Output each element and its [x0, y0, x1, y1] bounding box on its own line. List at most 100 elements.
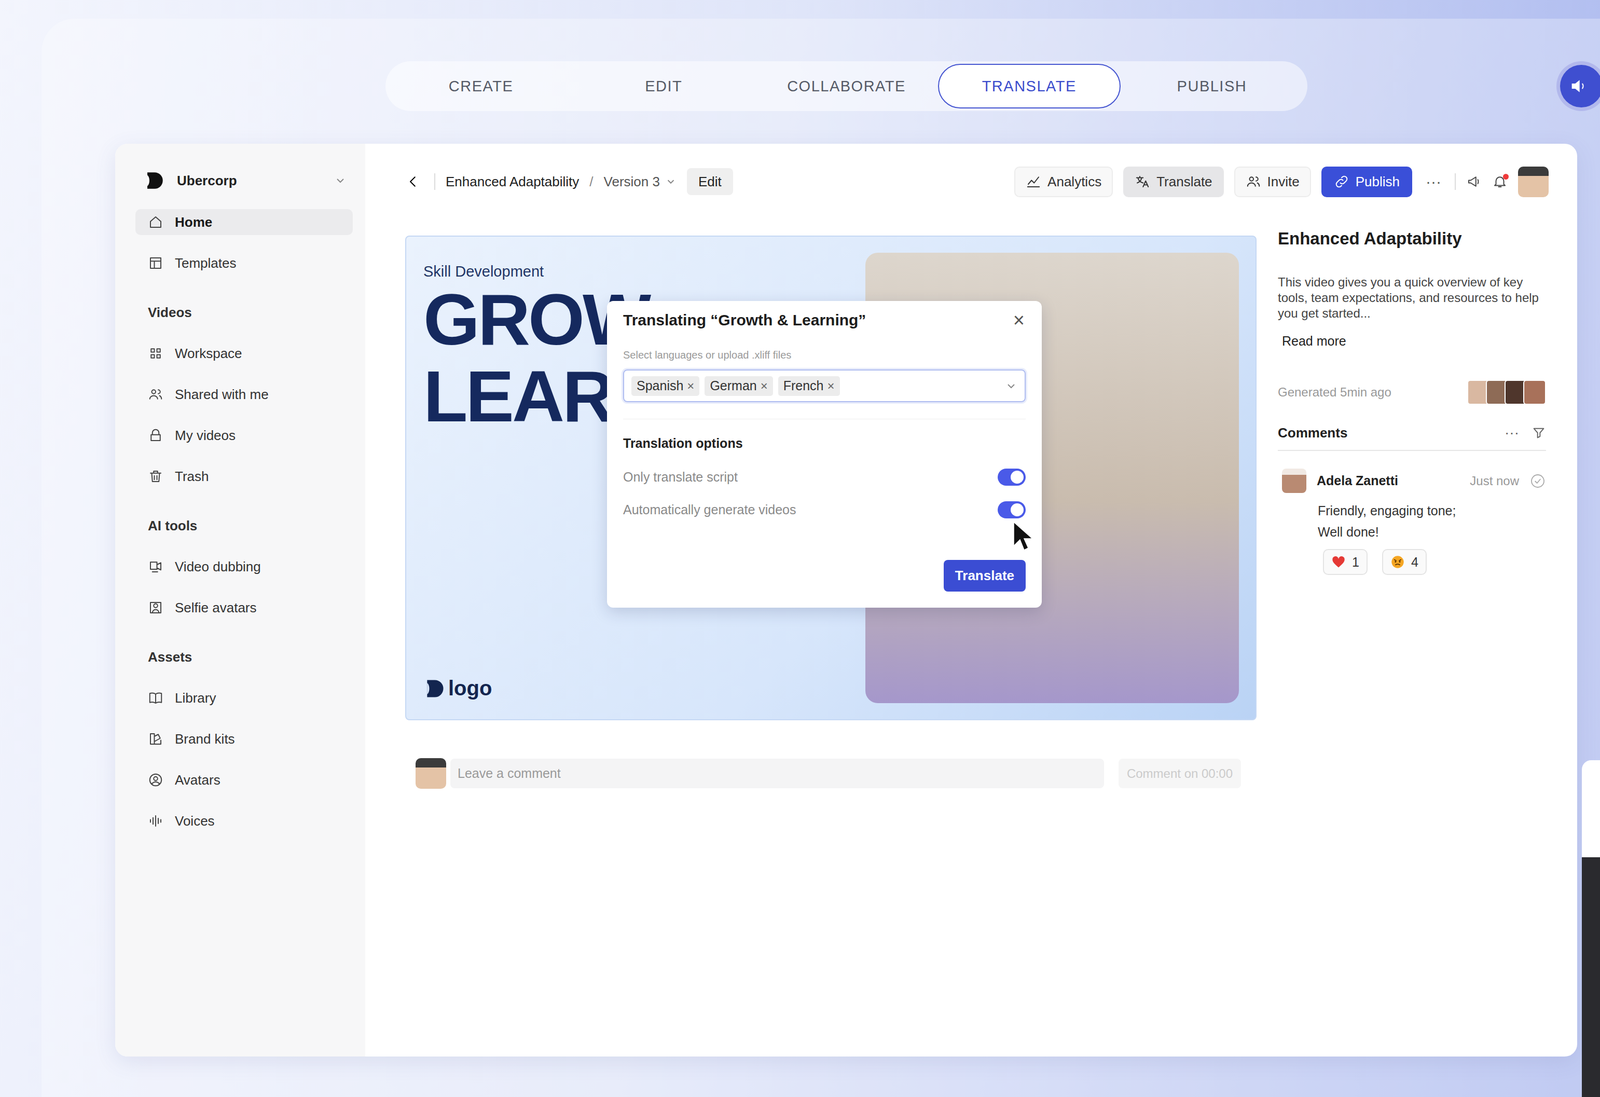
video-column: Skill DevelopmentGROWLEARlogoTranslating… [405, 235, 1257, 789]
toolbar-action-button[interactable]: Analytics [1014, 166, 1113, 198]
toolbar-action-button[interactable]: Invite [1234, 166, 1312, 198]
speaker-icon [1568, 75, 1590, 97]
comment-time: Just now [1469, 473, 1520, 489]
templates-icon [147, 255, 164, 271]
collaborator-stack [1471, 379, 1547, 405]
announcements-button[interactable] [1466, 173, 1482, 190]
translate-submit-button[interactable]: Translate [943, 559, 1026, 592]
sidebar-item[interactable]: Home [135, 209, 353, 236]
sidebar-item[interactable]: My videos [135, 422, 353, 449]
reaction[interactable]: 1 [1322, 548, 1368, 575]
sidebar-heading: Videos [135, 299, 353, 326]
sidebar-item-label: Video dubbing [174, 558, 261, 575]
reactions: 14 [1277, 548, 1547, 575]
option-toggle[interactable] [997, 468, 1026, 486]
chip-remove[interactable]: × [827, 378, 835, 394]
sidebar-item[interactable]: Shared with me [135, 381, 353, 408]
read-more-link[interactable]: Read more [1277, 333, 1547, 349]
sidebar-item[interactable]: Voices [135, 807, 353, 834]
divider [623, 418, 1026, 420]
filter-icon[interactable] [1531, 425, 1547, 440]
reaction-count: 1 [1352, 554, 1360, 570]
brand-kit-icon [147, 730, 164, 747]
sidebar-item-label: Brand kits [174, 730, 236, 748]
sidebar-item[interactable]: Library [135, 684, 353, 711]
option-toggle[interactable] [997, 501, 1026, 519]
action-label: Translate [1156, 173, 1212, 190]
comment-line: Well done! [1317, 521, 1547, 543]
comment: Adela ZanettiJust nowFriendly, engaging … [1277, 468, 1547, 575]
version-select[interactable]: Version 3 [603, 173, 677, 190]
sidebar-item[interactable]: Avatars [135, 766, 353, 793]
breadcrumb-separator: / [589, 173, 593, 190]
user-avatar [415, 757, 447, 789]
stage-tab[interactable]: TRANSLATE [938, 63, 1121, 109]
toggle-knob [1010, 470, 1024, 484]
chip-label: Spanish [636, 378, 684, 394]
dialog-title: Translating “Growth & Learning” [623, 311, 866, 329]
user-avatar[interactable] [1518, 166, 1549, 198]
waveform-icon [147, 812, 164, 829]
sidebar-item-label: My videos [174, 427, 236, 444]
sidebar-item[interactable]: Trash [135, 463, 353, 490]
reaction-count: 4 [1411, 554, 1419, 570]
details-title: Enhanced Adaptability [1277, 228, 1547, 250]
workspace-switcher[interactable]: Ubercorp [135, 164, 353, 197]
stage-tab[interactable]: EDIT [572, 63, 755, 109]
chip-remove[interactable]: × [686, 378, 695, 394]
translate-icon [1134, 173, 1151, 190]
comment-bar: Comment on 00:00 [405, 757, 1257, 789]
publish-button[interactable]: Publish [1321, 166, 1413, 198]
angry-face-icon [1390, 554, 1405, 570]
stage-tab[interactable]: PUBLISH [1120, 63, 1304, 109]
book-icon [147, 690, 164, 706]
video-eyebrow: Skill Development [423, 262, 866, 281]
stage-tab[interactable]: COLLABORATE [754, 63, 938, 109]
comment-input[interactable] [450, 758, 1105, 789]
back-button[interactable] [405, 171, 424, 192]
chart-icon [1025, 173, 1042, 190]
toolbar-action-button[interactable]: Translate [1123, 166, 1224, 198]
chevron-down-icon [665, 175, 677, 188]
language-select[interactable]: Spanish×German×French× [623, 369, 1026, 403]
breadcrumb-title[interactable]: Enhanced Adaptability [445, 173, 579, 190]
dialog-header: Translating “Growth & Learning” × [623, 309, 1026, 331]
notifications-button[interactable] [1492, 173, 1508, 190]
divider [434, 173, 436, 190]
reaction[interactable]: 4 [1382, 548, 1427, 575]
language-chip: Spanish× [631, 376, 700, 396]
option-row: Automatically generate videos [623, 501, 1026, 519]
avatar-icon [147, 771, 164, 788]
generated-time: Generated 5min ago [1277, 384, 1392, 400]
lock-icon [147, 427, 164, 444]
preview-card [1581, 760, 1600, 1097]
sidebar-item[interactable]: Video dubbing [135, 553, 353, 580]
comments-header: Comments··· [1277, 422, 1547, 451]
sidebar-item-label: Trash [174, 468, 210, 485]
comments-more-button[interactable]: ··· [1504, 424, 1520, 441]
more-button[interactable]: ··· [1422, 172, 1445, 191]
heart-icon [1331, 554, 1346, 570]
sidebar-item[interactable]: Templates [135, 250, 353, 277]
stage-tab[interactable]: CREATE [389, 63, 573, 109]
translate-dialog: Translating “Growth & Learning”×Select l… [607, 300, 1042, 608]
video-preview[interactable]: Skill DevelopmentGROWLEARlogoTranslating… [405, 235, 1257, 721]
megaphone-icon [1466, 173, 1482, 190]
toolbar: Enhanced Adaptability / Version 3 Edit Analy… [405, 164, 1549, 199]
option-label: Only translate script [623, 469, 738, 485]
mouse-cursor-icon [1012, 520, 1034, 553]
sidebar-item[interactable]: Selfie avatars [135, 594, 353, 621]
content: Enhanced Adaptability / Version 3 Edit Analy… [365, 143, 1578, 1057]
author-avatar [1281, 468, 1307, 493]
chip-remove[interactable]: × [760, 378, 768, 394]
sidebar-item-label: Avatars [174, 771, 221, 789]
comment-author: Adela Zanetti [1316, 473, 1460, 489]
resolve-check-icon[interactable] [1529, 472, 1547, 490]
comment-at-time-button[interactable]: Comment on 00:00 [1118, 758, 1241, 789]
chevron-down-icon [1004, 379, 1018, 393]
close-button[interactable]: × [1012, 310, 1026, 330]
dubbing-icon [147, 558, 164, 575]
sidebar-item[interactable]: Workspace [135, 340, 353, 367]
edit-button[interactable]: Edit [686, 168, 734, 196]
sidebar-item[interactable]: Brand kits [135, 725, 353, 752]
